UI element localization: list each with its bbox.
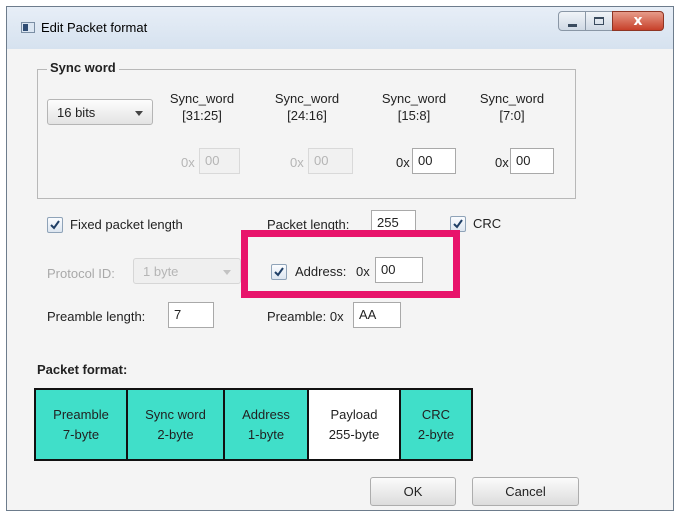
- preamble-label: Preamble: 0x: [267, 309, 344, 324]
- check-mark-icon: [50, 220, 60, 230]
- hex-prefix: 0x: [495, 155, 509, 170]
- sync-word-15-8-input[interactable]: 00: [412, 148, 456, 174]
- hex-prefix: 0x: [290, 155, 304, 170]
- hex-prefix: 0x: [181, 155, 195, 170]
- sync-word-31-25-label: Sync_word [31:25]: [169, 91, 235, 123]
- sync-word-24-16-label: Sync_word [24:16]: [274, 91, 340, 123]
- window-title: Edit Packet format: [41, 20, 148, 35]
- fixed-length-label: Fixed packet length: [70, 217, 183, 232]
- sync-word-31-25-input[interactable]: 00: [199, 148, 240, 174]
- close-button[interactable]: x: [612, 11, 664, 31]
- close-icon: x: [633, 13, 643, 29]
- cancel-button[interactable]: Cancel: [472, 477, 579, 506]
- sync-word-size-select[interactable]: 16 bits: [47, 99, 153, 125]
- packet-format-title: Packet format:: [37, 362, 128, 377]
- preamble-length-input[interactable]: 7: [168, 302, 214, 328]
- address-highlight-box: [241, 230, 460, 298]
- preamble-length-label: Preamble length:: [47, 309, 146, 324]
- sync-word-7-0-input[interactable]: 00: [510, 148, 554, 174]
- segment-sync-word: Sync word 2-byte: [126, 388, 225, 461]
- crc-label: CRC: [473, 216, 502, 231]
- maximize-button[interactable]: [585, 11, 613, 31]
- sync-word-15-8-label: Sync_word [15:8]: [381, 91, 447, 123]
- segment-payload: Payload 255-byte: [307, 388, 401, 461]
- sync-word-legend: Sync word: [47, 60, 119, 75]
- sync-word-size-value: 16 bits: [57, 105, 96, 120]
- protocol-id-value: 1 byte: [143, 264, 179, 279]
- ok-button[interactable]: OK: [370, 477, 456, 506]
- sync-word-24-16-input[interactable]: 00: [308, 148, 353, 174]
- title-bar: Edit Packet format x: [7, 7, 673, 49]
- segment-preamble: Preamble 7-byte: [34, 388, 128, 461]
- fixed-length-checkbox[interactable]: [47, 217, 63, 233]
- minimize-button[interactable]: [558, 11, 586, 31]
- protocol-id-label: Protocol ID:: [47, 266, 115, 281]
- sync-word-7-0-label: Sync_word [7:0]: [479, 91, 545, 123]
- chevron-down-icon: [135, 111, 143, 116]
- check-mark-icon: [453, 219, 463, 229]
- protocol-id-select[interactable]: 1 byte: [133, 258, 241, 284]
- segment-address: Address 1-byte: [223, 388, 309, 461]
- segment-crc: CRC 2-byte: [399, 388, 473, 461]
- hex-prefix: 0x: [396, 155, 410, 170]
- sync-word-group: [37, 69, 576, 199]
- chevron-down-icon: [223, 270, 231, 275]
- window-icon: [21, 22, 35, 33]
- preamble-input[interactable]: AA: [353, 302, 401, 328]
